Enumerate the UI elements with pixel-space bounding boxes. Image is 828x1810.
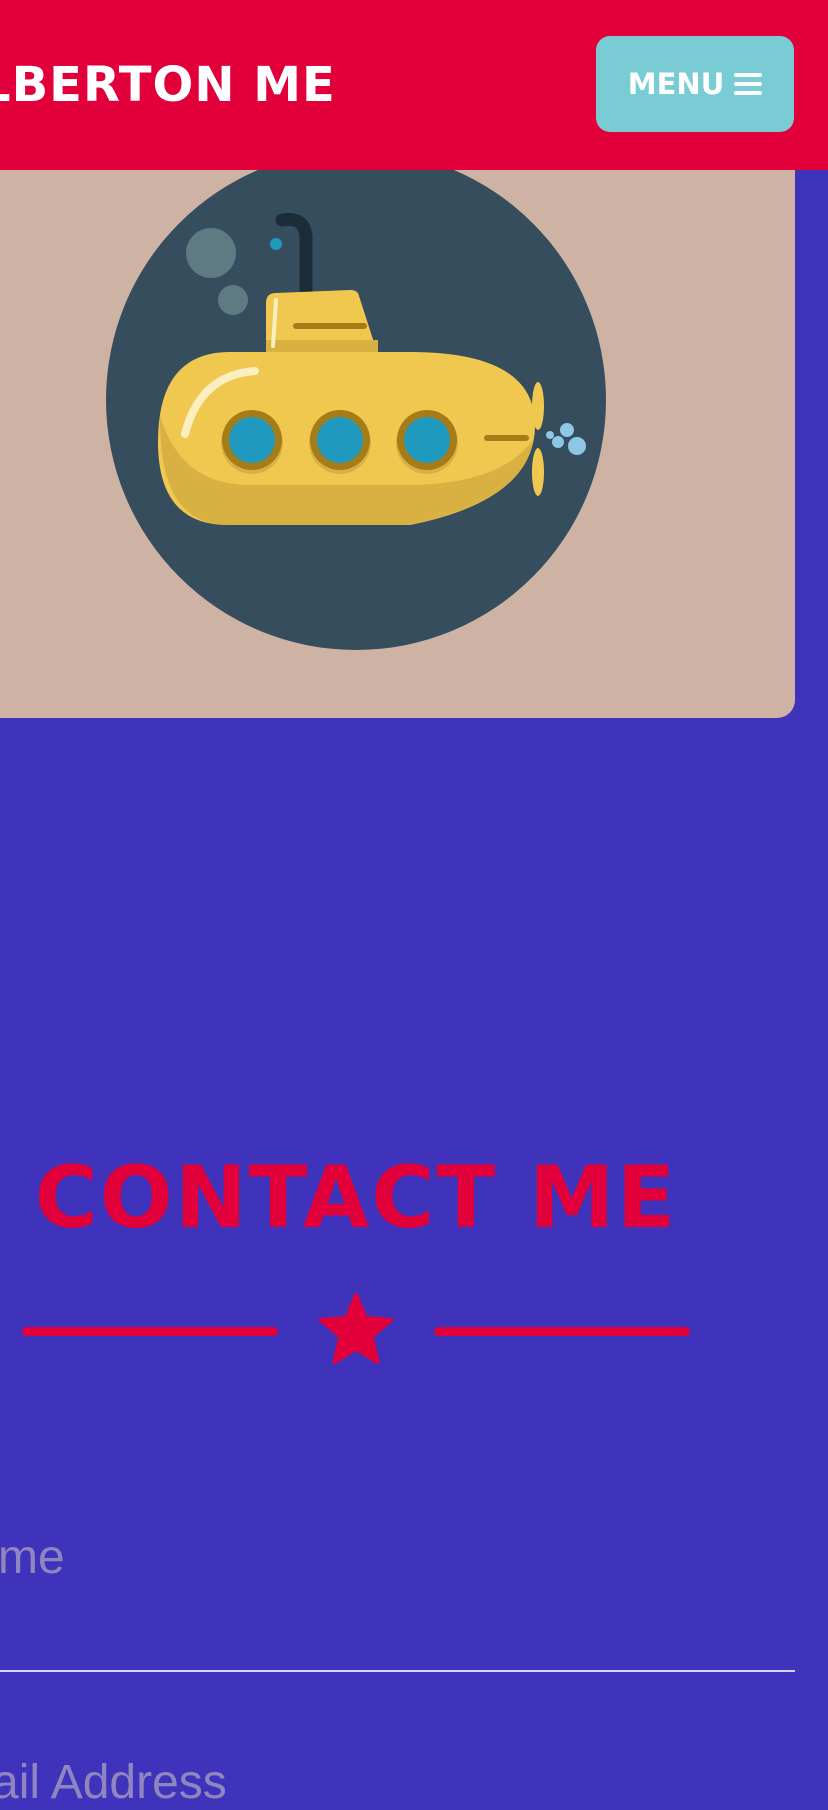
name-field-placeholder[interactable]: me: [0, 1530, 65, 1585]
divider-line-left: [22, 1327, 278, 1336]
hero-image-card: [0, 150, 795, 718]
divider-line-right: [434, 1327, 690, 1336]
star-icon: [319, 1293, 393, 1364]
menu-button[interactable]: MENU: [596, 36, 794, 132]
name-field-underline: [0, 1670, 795, 1672]
site-brand[interactable]: LBERTON ME: [0, 52, 336, 118]
contact-heading: CONTACT ME: [34, 1148, 678, 1248]
email-field-placeholder[interactable]: ail Address: [0, 1755, 227, 1810]
submarine-illustration: [106, 150, 606, 650]
navbar: LBERTON ME MENU: [0, 0, 828, 170]
menu-button-label: MENU: [627, 67, 725, 101]
hamburger-icon: [734, 73, 763, 95]
